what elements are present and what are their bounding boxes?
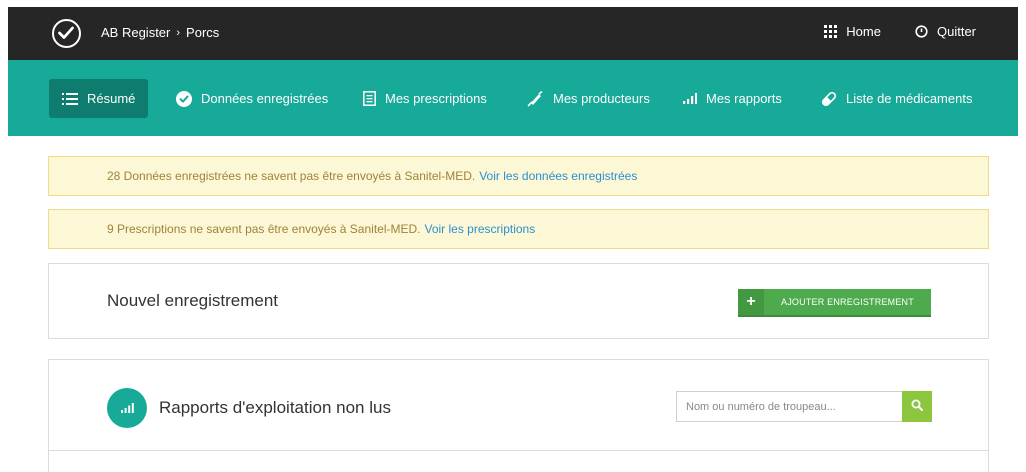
nav-item-label: Résumé <box>87 91 136 106</box>
top-bar: AB Register › Porcs Home Quitter <box>8 7 1018 60</box>
search-icon <box>911 398 923 416</box>
add-record-label: AJOUTER ENREGISTREMENT <box>781 297 914 307</box>
nav-item-label: Mes prescriptions <box>385 91 487 106</box>
quit-label: Quitter <box>936 24 976 39</box>
check-circle-icon <box>176 90 192 107</box>
document-icon <box>363 91 376 106</box>
logo-check-icon[interactable] <box>52 19 81 48</box>
main-nav: Résumé Données enregistrées Mes prescrip… <box>8 60 1018 136</box>
breadcrumb-section: Porcs <box>186 25 220 40</box>
reports-panel: Rapports d'exploitation non lus <box>48 359 989 472</box>
herd-search-input[interactable] <box>676 391 902 422</box>
alert-text: 28 Données enregistrées ne savent pas êt… <box>107 169 476 183</box>
reports-title: Rapports d'exploitation non lus <box>159 398 391 417</box>
quit-link[interactable]: Quitter <box>915 24 976 39</box>
home-link[interactable]: Home <box>824 24 881 39</box>
nav-item-resume[interactable]: Résumé <box>49 79 149 118</box>
grid-icon <box>824 25 838 38</box>
alert-records: 28 Données enregistrées ne savent pas êt… <box>48 156 989 196</box>
home-label: Home <box>846 24 881 39</box>
breadcrumb: AB Register › Porcs <box>101 25 219 40</box>
nav-item-rapports[interactable]: Mes rapports <box>683 79 782 118</box>
alert-link-prescriptions[interactable]: Voir les prescriptions <box>425 222 536 236</box>
nav-item-label: Mes producteurs <box>553 91 650 106</box>
breadcrumb-app[interactable]: AB Register <box>101 25 170 40</box>
nav-item-label: Données enregistrées <box>201 91 329 106</box>
power-icon <box>915 25 928 38</box>
nav-item-medicaments[interactable]: Liste de médicaments <box>821 79 972 118</box>
alert-text: 9 Prescriptions ne savent pas être envoy… <box>107 222 421 236</box>
nav-item-prescriptions[interactable]: Mes prescriptions <box>363 79 487 118</box>
nav-item-donnees[interactable]: Données enregistrées <box>176 79 328 118</box>
reports-bar-chart-icon <box>107 388 147 428</box>
add-record-button[interactable]: + AJOUTER ENREGISTREMENT <box>738 289 931 317</box>
nav-item-label: Liste de médicaments <box>846 91 973 106</box>
pill-icon <box>821 91 837 107</box>
nav-item-producteurs[interactable]: Mes producteurs <box>526 79 650 118</box>
new-record-title: Nouvel enregistrement <box>107 291 279 310</box>
syringe-icon <box>526 90 544 107</box>
panel-divider <box>49 450 988 451</box>
alert-link-records[interactable]: Voir les données enregistrées <box>479 169 637 183</box>
search-button[interactable] <box>902 391 932 422</box>
list-icon <box>62 92 78 105</box>
plus-icon: + <box>738 289 764 315</box>
bar-chart-icon <box>683 93 697 104</box>
alert-prescriptions: 9 Prescriptions ne savent pas être envoy… <box>48 209 989 249</box>
breadcrumb-separator: › <box>176 26 181 39</box>
new-record-panel: Nouvel enregistrement + AJOUTER ENREGIST… <box>48 263 989 339</box>
nav-item-label: Mes rapports <box>706 91 782 106</box>
